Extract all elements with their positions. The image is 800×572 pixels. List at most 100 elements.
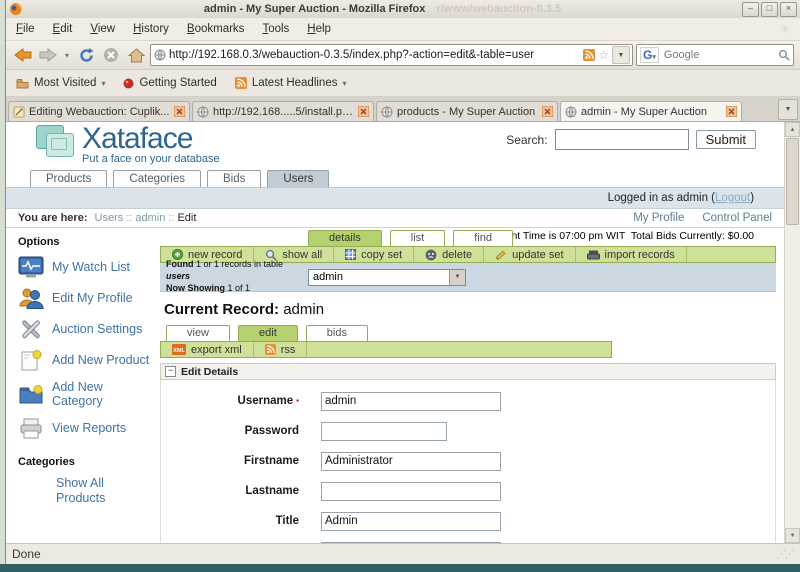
url-bar[interactable]: http://192.168.0.3/webauction-0.3.5/inde… <box>150 44 633 66</box>
field-label: Lastname <box>161 485 299 497</box>
tab-categories[interactable]: Categories <box>113 170 201 187</box>
field-label: Title <box>161 515 299 527</box>
action-export-xml[interactable]: XMLexport xml <box>161 342 254 357</box>
username-input[interactable] <box>321 392 501 411</box>
svg-text:XML: XML <box>173 348 185 354</box>
menu-bookmarks[interactable]: Bookmarks <box>187 23 245 35</box>
bookmark-label: Latest Headlines <box>252 77 338 89</box>
action-update-set[interactable]: update set <box>484 247 575 262</box>
tab-close-icon[interactable] <box>542 106 553 117</box>
menu-file[interactable]: File <box>16 23 35 35</box>
result-summary-text: Found 1 or 1 records in table users Now … <box>166 259 298 294</box>
close-button[interactable]: × <box>780 2 797 17</box>
site-search-submit-button[interactable]: Submit <box>696 130 756 149</box>
tab-bids[interactable]: Bids <box>207 170 261 187</box>
bookmark-star-icon[interactable]: ☆ <box>598 49 609 61</box>
result-view-tabs: details list find <box>308 230 776 246</box>
tab-list-dropdown-icon[interactable]: ▼ <box>778 99 798 120</box>
password-input[interactable] <box>321 422 447 441</box>
tab-bids[interactable]: bids <box>306 325 368 341</box>
forward-icon[interactable] <box>37 44 59 66</box>
menu-view[interactable]: View <box>90 23 115 35</box>
action-delete[interactable]: delete <box>414 247 484 262</box>
menu-tools[interactable]: Tools <box>262 23 289 35</box>
tab-find[interactable]: find <box>453 230 513 246</box>
bookmark-getting-started[interactable]: Getting Started <box>123 77 216 89</box>
google-engine-icon[interactable]: G▾ <box>640 47 659 63</box>
delete-icon <box>425 249 437 261</box>
category-link-show-all-products[interactable]: Show All Products <box>56 476 128 506</box>
sidebar-item-edit-my-profile[interactable]: Edit My Profile <box>18 287 158 310</box>
browser-tab[interactable]: products - My Super Auction <box>376 101 558 121</box>
breadcrumb-link-users[interactable]: Users <box>95 212 124 224</box>
url-input[interactable]: http://192.168.0.3/webauction-0.3.5/inde… <box>169 49 580 61</box>
google-search-input[interactable] <box>662 48 775 62</box>
lastname-input[interactable] <box>321 482 501 501</box>
firstname-input[interactable] <box>321 452 501 471</box>
link-my-profile[interactable]: My Profile <box>633 212 684 224</box>
magnifier-icon[interactable] <box>778 49 790 61</box>
tab-close-icon[interactable] <box>726 106 737 117</box>
link-control-panel[interactable]: Control Panel <box>702 212 772 224</box>
menu-history[interactable]: History <box>133 23 169 35</box>
watch-list-icon <box>18 256 44 279</box>
stop-icon[interactable] <box>100 44 122 66</box>
google-search-box[interactable]: G▾ <box>636 44 794 66</box>
browser-tab[interactable]: Editing Webauction: Cuplik... <box>8 101 190 121</box>
edit-details-section-header: − Edit Details <box>160 363 776 380</box>
field-label-text: Lastname <box>245 485 299 497</box>
site-search-input[interactable] <box>555 129 689 150</box>
breadcrumb-link-admin[interactable]: admin <box>135 212 165 224</box>
form-row-lastname: Lastname <box>161 476 775 506</box>
scroll-down-icon[interactable]: ▼ <box>785 528 800 543</box>
minimize-button[interactable]: – <box>742 2 759 17</box>
sidebar-item-add-new-category[interactable]: Add New Category <box>18 380 158 409</box>
title-input[interactable] <box>321 512 501 531</box>
action-copy-set[interactable]: copy set <box>334 247 414 262</box>
scroll-up-icon[interactable]: ▲ <box>785 122 800 137</box>
bookmark-latest-headlines[interactable]: Latest Headlines▾ <box>235 77 347 89</box>
select-dropdown-icon[interactable]: ▼ <box>449 270 465 285</box>
collapse-section-icon[interactable]: − <box>165 366 176 377</box>
back-icon[interactable] <box>12 44 34 66</box>
sidebar: Options My Watch ListEdit My ProfileAuct… <box>6 228 158 543</box>
bookmark-most-visited[interactable]: Most Visited▾ <box>16 77 105 89</box>
rss-feed-icon[interactable] <box>583 49 595 61</box>
add-record-icon <box>172 249 183 260</box>
reload-icon[interactable] <box>75 44 97 66</box>
sidebar-item-auction-settings[interactable]: Auction Settings <box>18 318 158 341</box>
menu-edit[interactable]: Edit <box>53 23 73 35</box>
tab-edit[interactable]: edit <box>238 325 298 341</box>
action-import-records[interactable]: import records <box>576 247 687 262</box>
globe-icon <box>565 106 577 118</box>
urlbar-dropdown-icon[interactable]: ▼ <box>612 46 630 64</box>
action-label: import records <box>605 249 675 261</box>
add-category-icon <box>18 383 44 406</box>
tab-users[interactable]: Users <box>267 170 329 187</box>
browser-tab[interactable]: http://192.168.....5/install.php <box>192 101 374 121</box>
sidebar-item-my-watch-list[interactable]: My Watch List <box>18 256 158 279</box>
maximize-button[interactable]: □ <box>761 2 778 17</box>
tab-products[interactable]: Products <box>30 170 107 187</box>
menu-help[interactable]: Help <box>307 23 331 35</box>
tab-view[interactable]: view <box>166 325 230 341</box>
home-icon[interactable] <box>125 44 147 66</box>
titlebar[interactable]: admin - My Super Auction - Mozilla Firef… <box>6 0 800 18</box>
browser-tab[interactable]: admin - My Super Auction <box>560 101 742 121</box>
history-dropdown-icon[interactable]: ▾ <box>62 51 72 60</box>
logout-link[interactable]: Logout <box>715 192 750 204</box>
resize-grip[interactable]: ⋰⋰ <box>776 549 794 560</box>
sidebar-item-label: Auction Settings <box>52 322 142 336</box>
tab-details[interactable]: details <box>308 230 382 246</box>
tab-close-icon[interactable] <box>174 106 185 117</box>
sidebar-item-add-new-product[interactable]: Add New Product <box>18 349 158 372</box>
bookmarks-toolbar: Most Visited▾ Getting Started Latest Headl… <box>6 70 800 97</box>
department-input[interactable] <box>321 542 501 544</box>
record-select[interactable]: admin ▼ <box>308 269 466 286</box>
tab-close-icon[interactable] <box>358 106 369 117</box>
scrollbar-thumb[interactable] <box>786 138 799 225</box>
tab-list[interactable]: list <box>390 230 445 246</box>
vertical-scrollbar[interactable]: ▲ ▼ <box>784 122 800 543</box>
sidebar-item-view-reports[interactable]: View Reports <box>18 417 158 440</box>
action-rss[interactable]: rss <box>254 342 308 357</box>
